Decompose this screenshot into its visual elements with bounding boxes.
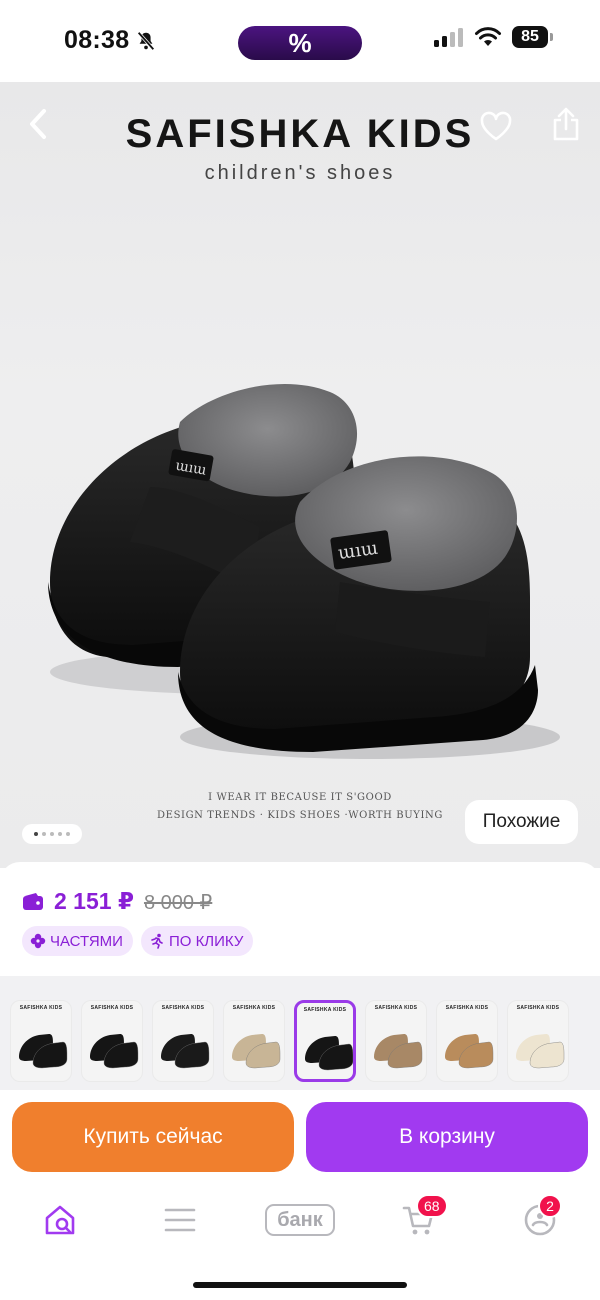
bank-label: банк	[277, 1208, 323, 1231]
wifi-icon	[475, 27, 501, 46]
variant-label: SAFISHKA KIDS	[516, 1005, 560, 1011]
variant-strip[interactable]: SAFISHKA KIDS SAFISHKA KIDS SAFISHKA KIDS S…	[10, 1000, 569, 1082]
status-time: 08:38	[64, 26, 157, 55]
variant-shoe-image	[161, 1034, 210, 1069]
nav-catalog[interactable]	[150, 1198, 210, 1242]
variant-thumbnail[interactable]: SAFISHKA KIDS	[152, 1000, 214, 1082]
price-card: 2 151 ₽ 8 000 ₽ ЧАСТЯМИ ПО КЛИКУ	[0, 862, 600, 976]
variant-thumbnail[interactable]: SAFISHKA KIDS	[223, 1000, 285, 1082]
share-button[interactable]	[544, 102, 588, 146]
variant-shoe-image	[516, 1034, 565, 1069]
payment-badges: ЧАСТЯМИ ПО КЛИКУ	[22, 926, 254, 956]
variant-shoe-image	[305, 1036, 353, 1071]
clover-icon	[30, 933, 46, 949]
bell-muted-icon	[137, 31, 155, 50]
variant-label: SAFISHKA KIDS	[232, 1005, 276, 1011]
variant-thumbnail[interactable]: SAFISHKA KIDS	[10, 1000, 72, 1082]
product-gallery[interactable]: SAFISHKA KIDS children's shoes ɯıɯ ɯıɯ I…	[0, 82, 600, 868]
installments-label: ЧАСТЯМИ	[50, 932, 123, 950]
bank-icon: банк	[265, 1204, 335, 1236]
carousel-dot	[66, 832, 70, 836]
nav-cart[interactable]: 68	[388, 1194, 448, 1242]
promo-symbol: %	[288, 27, 312, 58]
variant-label: SAFISHKA KIDS	[374, 1005, 418, 1011]
variant-label: SAFISHKA KIDS	[19, 1005, 63, 1011]
carousel-dot	[50, 832, 54, 836]
favorite-button[interactable]	[474, 104, 518, 148]
variant-thumbnail[interactable]: SAFISHKA KIDS	[365, 1000, 427, 1082]
running-person-icon	[151, 933, 163, 949]
profile-count-badge: 2	[538, 1194, 562, 1218]
variant-label: SAFISHKA KIDS	[445, 1005, 489, 1011]
carousel-dot	[58, 832, 62, 836]
status-indicators: 85	[434, 26, 553, 48]
chevron-left-icon	[30, 109, 46, 139]
signal-icon	[434, 28, 463, 47]
product-image: ɯıɯ ɯıɯ	[48, 383, 560, 759]
variant-shoe-image	[19, 1034, 68, 1069]
carousel-indicator	[22, 824, 82, 844]
menu-icon	[164, 1208, 196, 1232]
nav-home[interactable]	[30, 1198, 90, 1242]
variant-thumbnail[interactable]: SAFISHKA KIDS	[294, 1000, 356, 1082]
nav-bank[interactable]: банк	[264, 1198, 336, 1242]
cart-count: 68	[424, 1198, 440, 1214]
heart-icon	[480, 111, 512, 141]
price-row: 2 151 ₽ 8 000 ₽	[22, 888, 212, 915]
nav-profile[interactable]: 2	[510, 1194, 570, 1242]
price-old: 8 000 ₽	[143, 892, 213, 914]
one-click-label: ПО КЛИКУ	[168, 932, 244, 950]
profile-count: 2	[546, 1198, 554, 1214]
battery-level: 85	[521, 28, 539, 45]
variant-label: SAFISHKA KIDS	[161, 1005, 205, 1011]
variant-thumbnail[interactable]: SAFISHKA KIDS	[81, 1000, 143, 1082]
carousel-dot	[42, 832, 46, 836]
variant-thumbnail[interactable]: SAFISHKA KIDS	[436, 1000, 498, 1082]
share-icon	[553, 107, 579, 141]
wallet-icon	[23, 892, 43, 910]
similar-button[interactable]: Похожие	[465, 800, 578, 844]
similar-label: Похожие	[482, 811, 561, 832]
add-to-cart-button[interactable]: В корзину	[306, 1102, 588, 1172]
variant-shoe-image	[445, 1034, 494, 1069]
variant-label: SAFISHKA KIDS	[303, 1007, 347, 1013]
carousel-dot	[34, 832, 38, 836]
back-button[interactable]	[18, 104, 58, 144]
action-bar: Купить сейчас В корзину	[0, 1090, 600, 1186]
variant-shoe-image	[232, 1034, 281, 1069]
promo-pill[interactable]: %	[238, 26, 362, 60]
home-indicator	[193, 1282, 407, 1288]
variant-shoe-image	[374, 1034, 423, 1069]
brand-subtitle: children's shoes	[204, 162, 396, 184]
home-search-icon	[45, 1205, 75, 1235]
status-bar: 08:38 % 85	[0, 0, 600, 82]
price-current: 2 151 ₽	[54, 888, 134, 914]
one-click-badge[interactable]: ПО КЛИКУ	[140, 926, 254, 956]
add-to-cart-label: В корзину	[399, 1125, 495, 1148]
battery-icon: 85	[512, 26, 553, 48]
variant-thumbnail[interactable]: SAFISHKA KIDS	[507, 1000, 569, 1082]
buy-now-label: Купить сейчас	[83, 1125, 223, 1148]
installments-badge[interactable]: ЧАСТЯМИ	[22, 926, 133, 956]
clock: 08:38	[64, 26, 130, 54]
cart-count-badge: 68	[416, 1194, 448, 1218]
buy-now-button[interactable]: Купить сейчас	[12, 1102, 294, 1172]
variant-label: SAFISHKA KIDS	[90, 1005, 134, 1011]
variant-shoe-image	[90, 1034, 139, 1069]
